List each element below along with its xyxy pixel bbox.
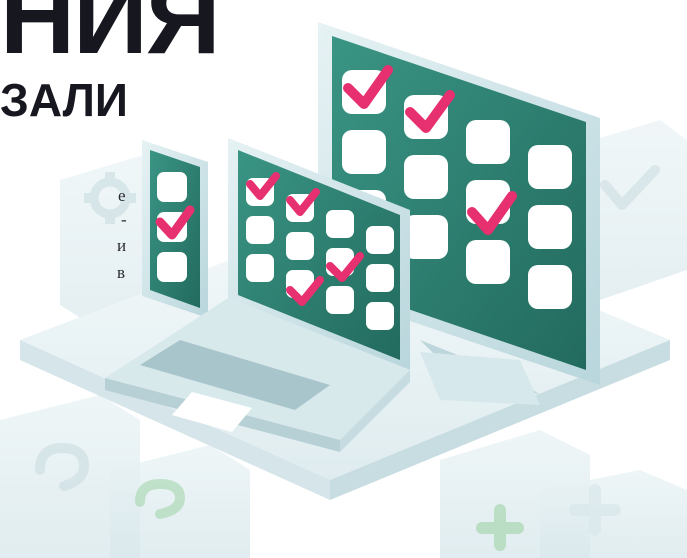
- text-fragment: в: [117, 263, 126, 282]
- laptop-tile: [326, 210, 354, 238]
- monitor-tile: [528, 265, 572, 309]
- laptop-tile: [366, 226, 394, 254]
- laptop-tile: [366, 264, 394, 292]
- laptop-tile: [366, 302, 394, 330]
- text-fragment: и: [117, 236, 127, 255]
- monitor-tile: [342, 130, 386, 174]
- monitor-tile: [528, 145, 572, 189]
- laptop-tile: [246, 216, 274, 244]
- monitor-tile: [404, 215, 448, 259]
- phone-tile: [157, 172, 187, 202]
- laptop-tile: [286, 232, 314, 260]
- phone-tile: [157, 252, 187, 282]
- phone: [142, 140, 208, 318]
- monitor-tile: [466, 240, 510, 284]
- laptop-tile: [326, 286, 354, 314]
- monitor-tile: [404, 155, 448, 199]
- page-subtitle: ЗАЛИ: [0, 74, 128, 126]
- monitor-tile: [528, 205, 572, 249]
- page-title: НИЯ: [0, 0, 221, 76]
- monitor-tile: [466, 120, 510, 164]
- laptop-tile: [246, 254, 274, 282]
- text-fragment: -: [121, 210, 127, 229]
- text-fragment: е: [118, 186, 126, 205]
